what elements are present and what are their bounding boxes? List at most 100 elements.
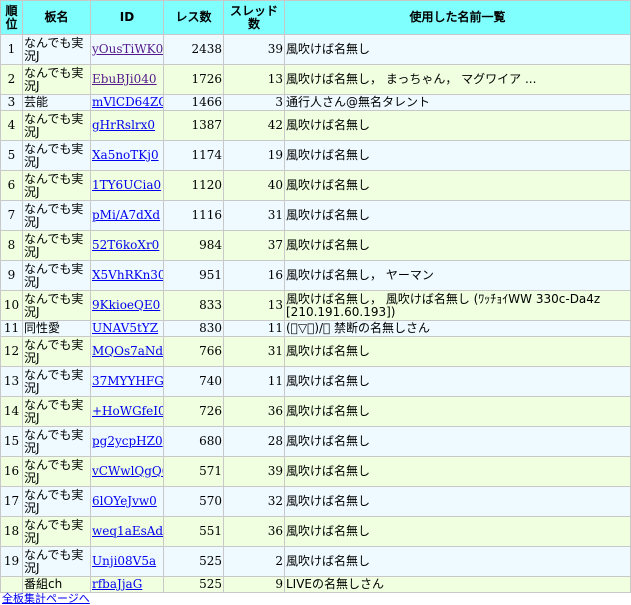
rank-cell: 6	[1, 171, 22, 200]
res-count-cell: 726	[164, 397, 223, 426]
id-link[interactable]: weq1aEsAd	[92, 524, 163, 538]
res-count-cell: 1116	[164, 201, 223, 230]
id-cell: yOusTiWK0	[91, 35, 163, 64]
thread-count-cell: 39	[224, 457, 284, 486]
id-link[interactable]: EbuBJi040	[92, 72, 157, 86]
names-used-cell: (ﾟ▽ﾟ)/， 禁断の名無しさん	[285, 321, 630, 336]
table-row: 11 同性愛 UNAV5tYZ 830 11 (ﾟ▽ﾟ)/， 禁断の名無しさん	[1, 321, 630, 336]
res-count-cell: 1466	[164, 95, 223, 110]
names-used-cell: 通行人さん@無名タレント	[285, 95, 630, 110]
id-link[interactable]: vCWwlQgQ0	[92, 464, 163, 478]
id-cell: 1TY6UCia0	[91, 171, 163, 200]
names-used-cell: 風吹けば名無し	[285, 171, 630, 200]
id-cell: EbuBJi040	[91, 65, 163, 94]
thread-count-cell: 9	[224, 577, 284, 592]
board-cell: 同性愛	[23, 321, 90, 336]
id-link[interactable]: gHrRslrx0	[92, 118, 155, 132]
names-used-cell: 風吹けば名無し	[285, 141, 630, 170]
board-cell: なんでも実況J	[23, 261, 90, 290]
board-cell: なんでも実況J	[23, 141, 90, 170]
thread-count-cell: 36	[224, 397, 284, 426]
all-boards-summary-link[interactable]: 全板集計ページへ	[2, 593, 631, 604]
rank-cell: 2	[1, 65, 22, 94]
id-cell: gHrRslrx0	[91, 111, 163, 140]
id-link[interactable]: 52T6koXr0	[92, 238, 159, 252]
thread-count-cell: 2	[224, 547, 284, 576]
id-cell: 52T6koXr0	[91, 231, 163, 260]
id-link[interactable]: 9KkioeQE0	[92, 298, 160, 312]
table-row: 13なんでも実況J37MYYHFG074011風吹けば名無し	[1, 367, 630, 396]
id-link[interactable]: pMi/A7dXd	[92, 208, 160, 222]
rank-cell: 3	[1, 95, 22, 110]
id-link[interactable]: 1TY6UCia0	[92, 178, 161, 192]
ranking-body: 1 なんでも実況J yOusTiWK0 2438 39 風吹けば名無し 2 なんでも実況J Eb…	[1, 35, 630, 592]
rank-cell: 9	[1, 261, 22, 290]
id-cell: mVlCD64ZO	[91, 95, 163, 110]
id-link[interactable]: +HoWGfeI0	[92, 404, 163, 418]
res-count-cell: 570	[164, 487, 223, 516]
res-count-cell: 833	[164, 291, 223, 320]
id-cell: UNAV5tYZ	[91, 321, 163, 336]
res-count-cell: 1726	[164, 65, 223, 94]
table-header-row: 順位 板名 ID レス数 スレッド数 使用した名前一覧	[1, 1, 630, 34]
id-link[interactable]: mVlCD64ZO	[92, 95, 163, 109]
id-link[interactable]: pg2ycpHZ0	[92, 434, 163, 448]
rank-cell: 5	[1, 141, 22, 170]
rank-cell: 7	[1, 201, 22, 230]
thread-count-cell: 13	[224, 291, 284, 320]
table-row: 19 なんでも実況J Unji08V5a 525 2 風吹けば名無し	[1, 547, 630, 576]
id-ranking-table: 順位 板名 ID レス数 スレッド数 使用した名前一覧 1 なんでも実況J yOus…	[0, 0, 631, 593]
res-count-cell: 1387	[164, 111, 223, 140]
id-cell: pMi/A7dXd	[91, 201, 163, 230]
names-used-cell: 風吹けば名無し， ヤーマン	[285, 261, 630, 290]
rank-cell: 19	[1, 547, 22, 576]
names-used-cell: 風吹けば名無し	[285, 457, 630, 486]
thread-count-cell: 3	[224, 95, 284, 110]
id-link[interactable]: MQOs7aNd0	[92, 344, 163, 358]
thread-count-cell: 40	[224, 171, 284, 200]
header-res-count: レス数	[164, 1, 223, 34]
table-row: 6 なんでも実況J 1TY6UCia0 1120 40 風吹けば名無し	[1, 171, 630, 200]
names-used-cell: 風吹けば名無し， 風吹けば名無し (ﾜｯﾁｮｲWW 330c-Da4z [210…	[285, 291, 630, 320]
names-used-cell: 風吹けば名無し， まっちゃん， マグワイア ...	[285, 65, 630, 94]
thread-count-cell: 31	[224, 337, 284, 366]
board-cell: なんでも実況J	[23, 397, 90, 426]
board-cell: なんでも実況J	[23, 517, 90, 546]
table-row: 15 なんでも実況J pg2ycpHZ0 680 28 風吹けば名無し	[1, 427, 630, 456]
table-row: 12 なんでも実況J MQOs7aNd0 766 31 風吹けば名無し	[1, 337, 630, 366]
thread-count-cell: 11	[224, 321, 284, 336]
res-count-cell: 740	[164, 367, 223, 396]
rank-cell: 14	[1, 397, 22, 426]
id-cell: weq1aEsAd	[91, 517, 163, 546]
id-cell: pg2ycpHZ0	[91, 427, 163, 456]
thread-count-cell: 37	[224, 231, 284, 260]
header-names-used: 使用した名前一覧	[285, 1, 630, 34]
table-row: 5 なんでも実況J Xa5noTKj0 1174 19 風吹けば名無し	[1, 141, 630, 170]
board-cell: なんでも実況J	[23, 457, 90, 486]
header-thread-count: スレッド数	[224, 1, 284, 34]
id-link[interactable]: Unji08V5a	[92, 554, 156, 568]
id-link[interactable]: 6lOYeJvw0	[92, 494, 157, 508]
id-link[interactable]: yOusTiWK0	[92, 42, 163, 56]
thread-count-cell: 32	[224, 487, 284, 516]
res-count-cell: 680	[164, 427, 223, 456]
thread-count-cell: 28	[224, 427, 284, 456]
rank-cell	[1, 577, 22, 592]
res-count-cell: 525	[164, 547, 223, 576]
table-row: 9 なんでも実況J X5VhRKn30 951 16 風吹けば名無し， ヤーマン	[1, 261, 630, 290]
rank-cell: 13	[1, 367, 22, 396]
names-used-cell: 風吹けば名無し	[285, 517, 630, 546]
id-link[interactable]: 37MYYHFG0	[92, 374, 163, 388]
thread-count-cell: 36	[224, 517, 284, 546]
id-link[interactable]: UNAV5tYZ	[92, 321, 158, 335]
id-cell: Unji08V5a	[91, 547, 163, 576]
names-used-cell: 風吹けば名無し	[285, 547, 630, 576]
id-cell: 37MYYHFG0	[91, 367, 163, 396]
board-cell: 番組ch	[23, 577, 90, 592]
header-board: 板名	[23, 1, 90, 34]
id-link[interactable]: X5VhRKn30	[92, 268, 163, 282]
id-link[interactable]: Xa5noTKj0	[92, 148, 159, 162]
thread-count-cell: 42	[224, 111, 284, 140]
id-link[interactable]: rfbaJjaG	[92, 577, 142, 591]
board-cell: なんでも実況J	[23, 231, 90, 260]
